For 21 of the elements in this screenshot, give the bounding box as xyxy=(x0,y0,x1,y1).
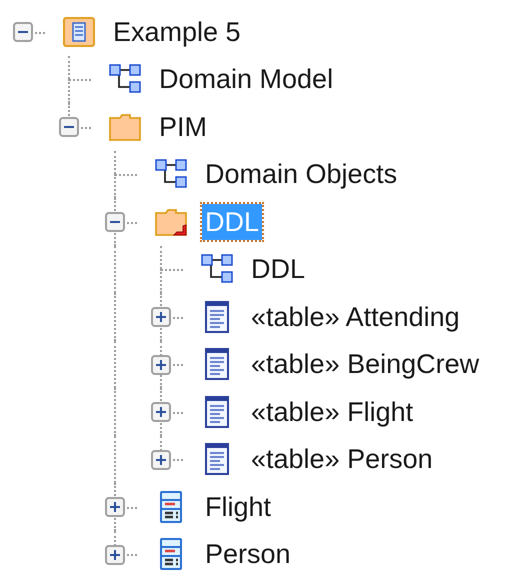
tree-item[interactable]: Domain Model xyxy=(156,61,336,98)
expand-icon[interactable] xyxy=(151,307,171,327)
expand-icon[interactable] xyxy=(151,402,171,422)
collapse-icon[interactable] xyxy=(13,22,33,42)
tree-item[interactable]: Flight xyxy=(202,488,274,525)
expand-icon[interactable] xyxy=(105,544,125,564)
tree-item[interactable]: «table» BeingCrew xyxy=(248,346,482,382)
tree-item[interactable]: DDL xyxy=(248,251,308,288)
tree-item[interactable]: PIM xyxy=(156,108,210,145)
tree-item[interactable]: Person xyxy=(202,536,294,572)
package-icon xyxy=(62,14,96,49)
tree-item[interactable]: Example 5 xyxy=(110,14,244,50)
tree-item[interactable]: «table» Person xyxy=(248,441,436,478)
tree-item[interactable]: Domain Objects xyxy=(202,156,400,192)
expand-icon[interactable] xyxy=(151,354,171,374)
tree-item[interactable]: «table» Flight xyxy=(248,394,416,430)
tree-item[interactable]: «table» Attending xyxy=(248,298,463,335)
collapse-icon[interactable] xyxy=(105,212,125,232)
collapse-icon[interactable] xyxy=(59,117,79,137)
expand-icon[interactable] xyxy=(151,450,171,470)
expand-icon[interactable] xyxy=(105,497,125,517)
